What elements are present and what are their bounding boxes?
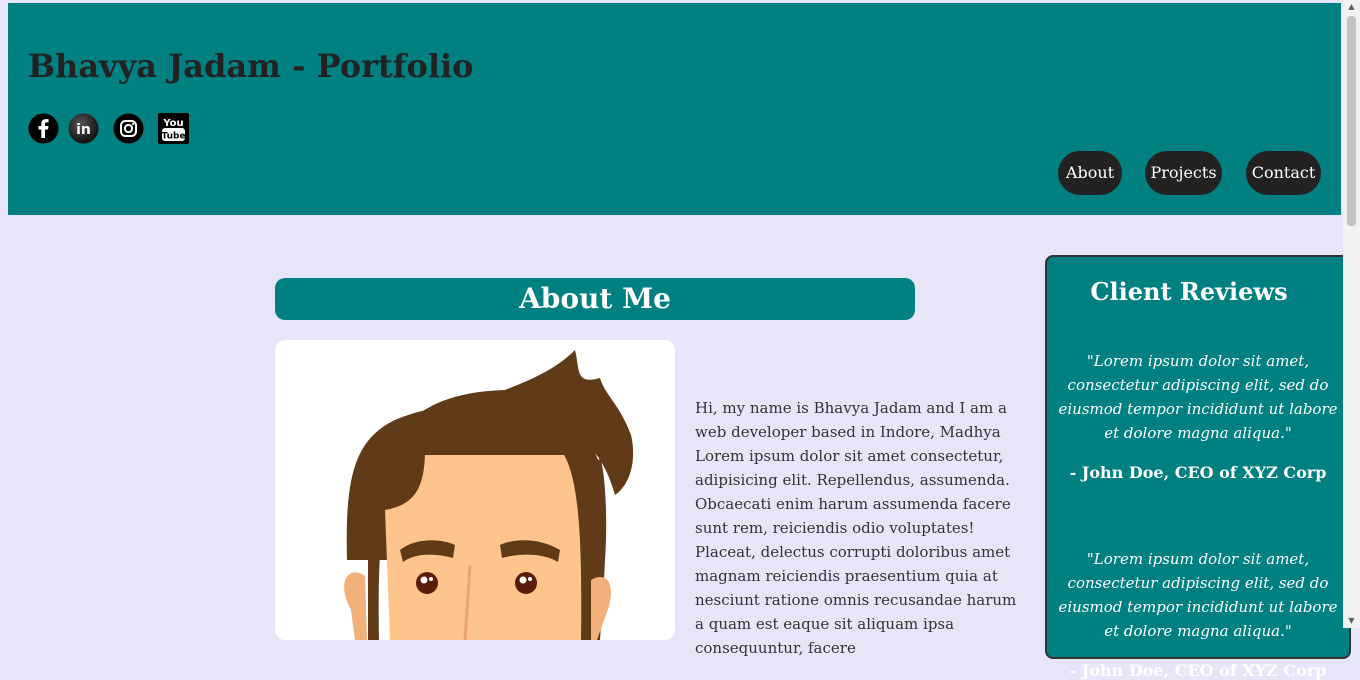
nav-projects-button[interactable]: Projects [1145, 151, 1222, 195]
about-text: Hi, my name is Bhavya Jadam and I am a w… [695, 399, 1017, 657]
review-author: - John Doe, CEO of XYZ Corp [1069, 661, 1327, 680]
scrollbar-thumb[interactable] [1347, 16, 1356, 226]
review-author: - John Doe, CEO of XYZ Corp [1069, 463, 1327, 482]
review-quote: "Lorem ipsum dolor sit amet, consectetur… [1058, 352, 1338, 442]
reviews-title: Client Reviews [1090, 277, 1288, 306]
avatar-image [275, 340, 675, 640]
client-reviews-panel: Client Reviews "Lorem ipsum dolor sit am… [1045, 255, 1351, 680]
linkedin-icon[interactable]: in [68, 113, 99, 144]
nav-about-button[interactable]: About [1058, 151, 1122, 195]
scroll-up-icon[interactable]: ▲ [1343, 0, 1360, 14]
youtube-icon-text-top: You [162, 118, 183, 129]
facebook-icon[interactable] [28, 113, 59, 144]
review-quote: "Lorem ipsum dolor sit amet, consectetur… [1058, 550, 1338, 640]
youtube-icon[interactable]: You Tube [158, 113, 189, 144]
about-heading: About Me [275, 278, 915, 320]
nav-contact-button[interactable]: Contact [1246, 151, 1321, 195]
instagram-icon[interactable] [113, 113, 144, 144]
page-scrollbar[interactable]: ▲ ▼ [1343, 0, 1360, 628]
scroll-down-icon[interactable]: ▼ [1343, 614, 1360, 628]
avatar-illustration [344, 350, 634, 640]
site-title: Bhavya Jadam - Portfolio [28, 47, 474, 85]
linkedin-icon-text: in [76, 122, 91, 138]
site-header: Bhavya Jadam - Portfolio in You Tube Abo… [8, 3, 1341, 215]
youtube-icon-text-bottom: Tube [161, 132, 185, 142]
